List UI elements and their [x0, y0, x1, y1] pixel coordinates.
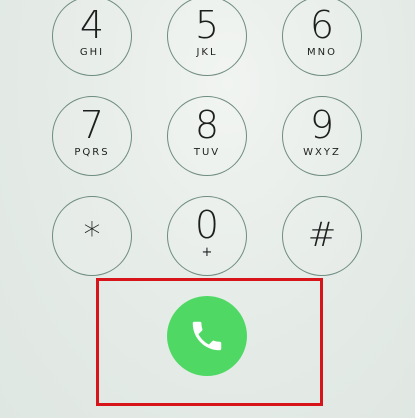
key-7[interactable]: 7 PQRS	[52, 96, 132, 176]
key-8[interactable]: 8 TUV	[167, 96, 247, 176]
key-symbol: *	[83, 215, 101, 255]
key-digit: 7	[79, 103, 105, 147]
key-star[interactable]: *	[52, 196, 132, 276]
key-digit: 0	[194, 203, 220, 247]
key-hash[interactable]: #	[282, 196, 362, 276]
call-button[interactable]	[167, 296, 247, 376]
key-digit: 9	[309, 103, 335, 147]
key-digit: 5	[194, 3, 220, 47]
key-letters: GHI	[79, 47, 105, 58]
key-4[interactable]: 4 GHI	[52, 0, 132, 76]
key-symbol: #	[307, 215, 337, 255]
key-letters: JKL	[196, 47, 218, 58]
key-digit: 6	[309, 3, 335, 47]
key-letters: MNO	[307, 47, 337, 58]
key-0[interactable]: 0 +	[167, 196, 247, 276]
key-digit: 4	[79, 3, 105, 47]
phone-icon	[192, 321, 222, 351]
key-9[interactable]: 9 WXYZ	[282, 96, 362, 176]
key-letters: TUV	[193, 147, 221, 158]
key-plus-sign: +	[201, 245, 213, 260]
key-5[interactable]: 5 JKL	[167, 0, 247, 76]
key-6[interactable]: 6 MNO	[282, 0, 362, 76]
key-letters: PQRS	[74, 147, 110, 158]
key-letters: WXYZ	[303, 147, 341, 158]
key-digit: 8	[194, 103, 220, 147]
